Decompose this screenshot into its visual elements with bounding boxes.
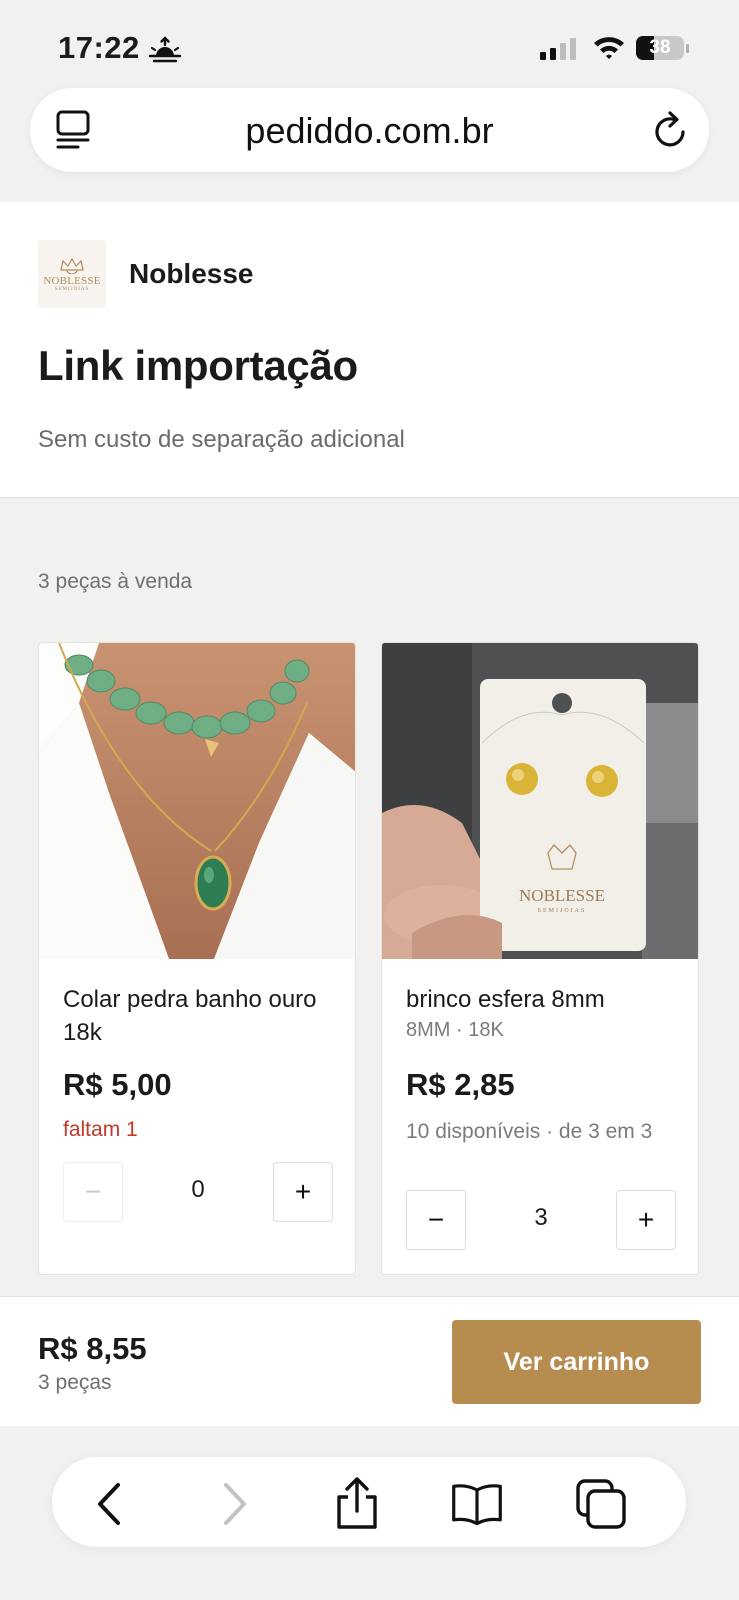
sunset-icon [148,36,182,63]
back-button[interactable] [82,1477,136,1531]
card-brand-subtext: SEMIJOIAS [538,908,587,914]
back-icon [98,1483,120,1525]
product-card[interactable]: NOBLESSE SEMIJOIAS brinco esfera 8mm 8MM… [381,642,699,1275]
product-card[interactable]: Colar pedra banho ouro 18k R$ 5,00 falta… [38,642,356,1275]
logo-text: NOBLESSE [43,275,101,287]
tabs-overview-button[interactable] [574,1477,628,1531]
stock-info: 10 disponíveis · de 3 em 3 [406,1120,653,1143]
tabs-overview-icon [576,1479,626,1529]
items-count: 3 peças à venda [38,570,193,593]
decrease-quantity-button[interactable]: − [406,1190,466,1250]
product-price: R$ 2,85 [406,1067,515,1102]
status-bar: 17:22 38 [0,0,739,92]
cart-pieces: 3 peças [38,1371,112,1394]
address-bar[interactable]: pediddo.com.br [30,88,709,172]
product-image[interactable] [39,643,356,959]
share-icon [337,1477,377,1529]
quantity-stepper: − 3 + [406,1190,676,1250]
wifi-icon [594,37,624,59]
bookmarks-icon [452,1484,502,1526]
browser-toolbar [52,1457,686,1547]
url-text[interactable]: pediddo.com.br [30,110,709,152]
forward-icon [224,1483,246,1525]
status-time: 17:22 [58,30,140,65]
forward-button[interactable] [208,1477,262,1531]
crown-icon [60,257,84,274]
increase-quantity-button[interactable]: + [273,1162,333,1222]
product-variant: 8MM · 18K [406,1019,504,1041]
increase-quantity-button[interactable]: + [616,1190,676,1250]
decrease-quantity-button[interactable]: − [63,1162,123,1222]
battery-percent: 38 [649,37,671,58]
view-cart-button[interactable]: Ver carrinho [452,1320,701,1404]
quantity-value: 3 [534,1204,548,1231]
product-name[interactable]: brinco esfera 8mm [406,983,681,1016]
bookmarks-button[interactable] [450,1477,504,1531]
battery-icon: 38 [636,36,684,60]
store-name[interactable]: Noblesse [129,258,254,290]
stock-warning: faltam 1 [63,1118,138,1141]
store-logo: NOBLESSE SEMIJOIAS [38,240,106,308]
page-subtitle: Sem custo de separação adicional [38,426,405,453]
product-price: R$ 5,00 [63,1067,172,1102]
cart-summary-bar: R$ 8,55 3 peças Ver carrinho [0,1296,739,1426]
product-name[interactable]: Colar pedra banho ouro 18k [63,983,338,1049]
battery-cap [686,44,689,53]
signal-icon [540,38,576,60]
logo-subtext: SEMIJOIAS [54,287,90,292]
page-title: Link importação [38,342,358,389]
quantity-value: 0 [191,1176,205,1203]
card-brand-text: NOBLESSE [519,886,605,905]
store-header: NOBLESSE SEMIJOIAS Noblesse Link importa… [0,202,739,498]
reload-icon[interactable] [650,108,692,152]
product-image[interactable]: NOBLESSE SEMIJOIAS [382,643,699,959]
share-button[interactable] [330,1477,384,1531]
cart-total: R$ 8,55 [38,1331,147,1366]
quantity-stepper: − 0 + [63,1162,333,1222]
